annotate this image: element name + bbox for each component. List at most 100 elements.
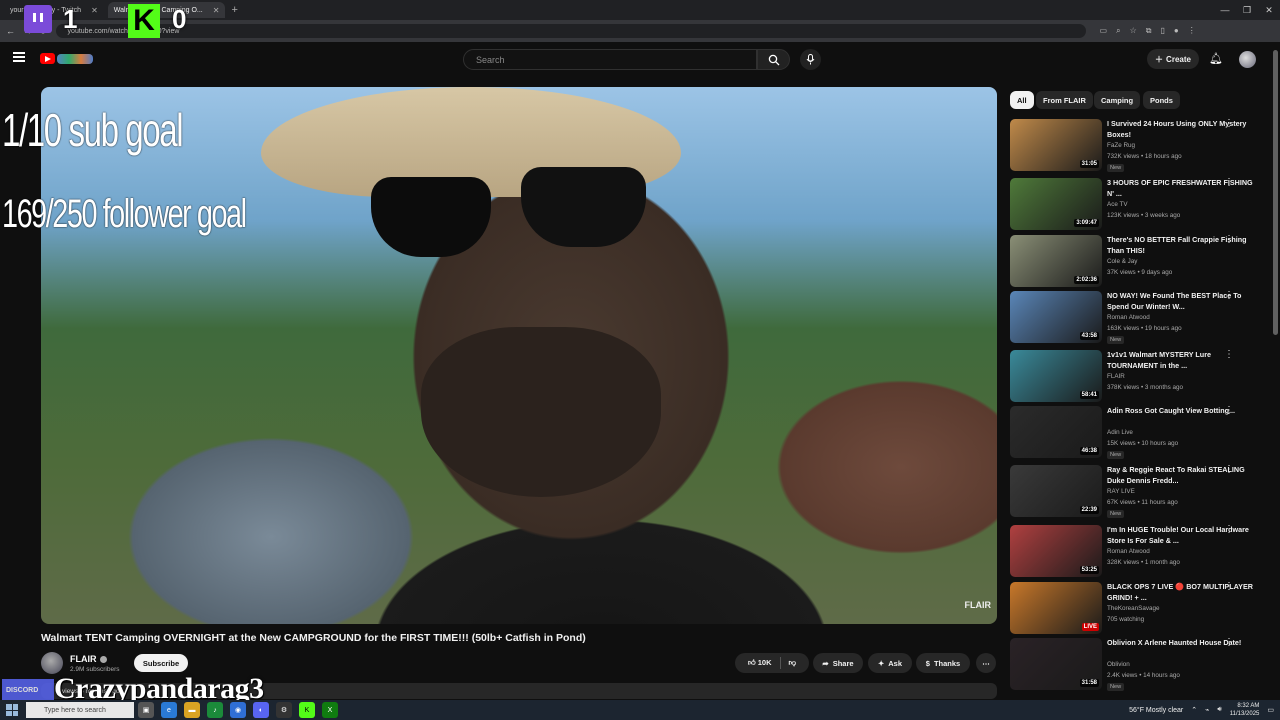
recommendation-item[interactable]: 46:38 Adin Ross Got Caught View Botting..…: [1010, 406, 1268, 460]
recommendation-channel[interactable]: FaZe Rug: [1107, 142, 1135, 149]
recommendation-channel[interactable]: Oblivion: [1107, 661, 1130, 668]
more-options-icon[interactable]: ⋮: [1224, 465, 1234, 475]
discord-icon[interactable]: ◐: [253, 702, 269, 718]
recommendation-channel[interactable]: FLAIR: [1107, 373, 1125, 380]
ask-button[interactable]: ✦ Ask: [868, 653, 912, 673]
recommendation-item[interactable]: 58:41 1v1v1 Walmart MYSTERY Lure TOURNAME…: [1010, 350, 1268, 404]
video-thumbnail[interactable]: 31:05: [1010, 119, 1102, 171]
recommendation-channel[interactable]: Ace TV: [1107, 201, 1128, 208]
network-icon[interactable]: ⌁: [1205, 706, 1209, 714]
notifications-bell-icon[interactable]: 🔔︎: [1209, 52, 1223, 65]
close-tab-icon[interactable]: ✕: [213, 6, 220, 15]
more-options-icon[interactable]: ⋮: [1224, 119, 1234, 129]
recommendation-item[interactable]: 2:02:36 There's NO BETTER Fall Crappie Fi…: [1010, 235, 1268, 289]
channel-avatar[interactable]: [41, 652, 63, 674]
recommendation-channel[interactable]: Roman Atwood: [1107, 548, 1150, 555]
back-icon[interactable]: ←: [6, 26, 15, 36]
video-player[interactable]: FLAIR: [41, 87, 997, 624]
more-options-icon[interactable]: ⋮: [1224, 406, 1234, 416]
chip-from-flair[interactable]: From FLAIR: [1036, 91, 1093, 109]
voice-search-button[interactable]: [800, 49, 821, 70]
video-thumbnail[interactable]: 2:02:36: [1010, 235, 1102, 287]
account-avatar[interactable]: [1239, 51, 1256, 68]
recommendation-item[interactable]: 22:39 Ray & Reggie React To Rakai STEALIN…: [1010, 465, 1268, 519]
video-thumbnail[interactable]: 46:38: [1010, 406, 1102, 458]
notification-center-icon[interactable]: ▭: [1267, 706, 1274, 714]
kick-app-icon[interactable]: K: [299, 702, 315, 718]
close-tab-icon[interactable]: ✕: [91, 6, 98, 15]
chip-camping[interactable]: Camping: [1094, 91, 1141, 109]
more-options-icon[interactable]: ⋮: [1224, 582, 1234, 592]
recommendation-item[interactable]: 3:09:47 3 HOURS OF EPIC FRESHWATER FISHIN…: [1010, 178, 1268, 232]
video-thumbnail[interactable]: 31:58: [1010, 638, 1102, 690]
recommendation-title[interactable]: I'm In HUGE Trouble! Our Local Hardware …: [1107, 525, 1257, 546]
create-button[interactable]: ＋ Create: [1147, 49, 1199, 69]
channel-name[interactable]: FLAIR: [70, 654, 107, 664]
steam-icon[interactable]: ⚙: [276, 702, 292, 718]
recommendation-channel[interactable]: Cole & Jay: [1107, 258, 1137, 265]
tab-youtube[interactable]: Walmart TENT Camping O...✕: [107, 2, 226, 18]
like-button[interactable]: 👍︎ 10K: [748, 658, 772, 668]
recommendation-title[interactable]: BLACK OPS 7 LIVE 🔴 BO7 MULTIPLAYER GRIND…: [1107, 582, 1257, 603]
more-options-icon[interactable]: ⋮: [1224, 638, 1234, 648]
recommendation-item[interactable]: LIVE BLACK OPS 7 LIVE 🔴 BO7 MULTIPLAYER G…: [1010, 582, 1268, 636]
recommendation-item[interactable]: 31:58 Oblivion X Arlene Haunted House Dat…: [1010, 638, 1268, 692]
extensions-icon[interactable]: ⧉: [1146, 26, 1152, 36]
video-thumbnail[interactable]: 58:41: [1010, 350, 1102, 402]
tray-arrow-icon[interactable]: ⌃: [1191, 706, 1197, 714]
recommendation-channel[interactable]: Roman Atwood: [1107, 314, 1150, 321]
menu-icon[interactable]: ⋮: [1188, 26, 1196, 36]
recommendation-item[interactable]: 31:05 I Survived 24 Hours Using ONLY Myst…: [1010, 119, 1268, 173]
new-tab-icon[interactable]: +: [231, 4, 237, 16]
hamburger-menu-icon[interactable]: [13, 52, 25, 62]
maximize-icon[interactable]: ❐: [1236, 0, 1258, 20]
more-options-icon[interactable]: ⋮: [1224, 178, 1234, 188]
youtube-logo-icon[interactable]: [40, 53, 55, 64]
video-thumbnail[interactable]: 3:09:47: [1010, 178, 1102, 230]
file-explorer-icon[interactable]: ▬: [184, 702, 200, 718]
bookmark-star-icon[interactable]: ☆: [1130, 26, 1137, 36]
more-options-icon[interactable]: ⋮: [1224, 350, 1234, 360]
chip-all[interactable]: All: [1010, 91, 1034, 109]
recommendation-title[interactable]: NO WAY! We Found The BEST Place To Spend…: [1107, 291, 1257, 312]
zoom-icon[interactable]: ⌕: [1116, 26, 1120, 36]
recommendation-title[interactable]: 3 HOURS OF EPIC FRESHWATER FISHING N' ..…: [1107, 178, 1257, 199]
recommendation-channel[interactable]: TheKoreanSavage: [1107, 605, 1160, 612]
sidebar-icon[interactable]: ▯: [1160, 26, 1164, 36]
more-options-icon[interactable]: ⋮: [1224, 291, 1234, 301]
share-button[interactable]: ➦ Share: [813, 653, 863, 673]
video-thumbnail[interactable]: 53:25: [1010, 525, 1102, 577]
thanks-button[interactable]: $ Thanks: [916, 653, 970, 673]
minimize-icon[interactable]: —: [1214, 0, 1236, 20]
chrome-icon[interactable]: ◉: [230, 702, 246, 718]
recommendation-channel[interactable]: RAY LIVE: [1107, 488, 1135, 495]
recommendation-title[interactable]: I Survived 24 Hours Using ONLY Mystery B…: [1107, 119, 1257, 140]
url-input[interactable]: youtube.com/watch?v=...gbA0?view: [55, 24, 1086, 38]
edge-icon[interactable]: e: [161, 702, 177, 718]
cast-icon[interactable]: ▭: [1100, 26, 1108, 36]
profile-icon[interactable]: ●: [1174, 26, 1179, 36]
spotify-icon[interactable]: ♪: [207, 702, 223, 718]
recommendation-item[interactable]: 43:58 NO WAY! We Found The BEST Place To …: [1010, 291, 1268, 345]
recommendation-title[interactable]: There's NO BETTER Fall Crappie Fishing T…: [1107, 235, 1257, 256]
search-button[interactable]: [757, 49, 790, 70]
recommendation-channel[interactable]: Adin Live: [1107, 429, 1133, 436]
recommendation-title[interactable]: Ray & Reggie React To Rakai STEALING Duk…: [1107, 465, 1257, 486]
taskbar-search-input[interactable]: Type here to search: [26, 702, 134, 718]
clock[interactable]: 8:32 AM 11/13/2025: [1230, 702, 1260, 718]
weather-text[interactable]: 56°F Mostly clear: [1129, 707, 1183, 714]
recommendation-title[interactable]: Adin Ross Got Caught View Botting...: [1107, 406, 1257, 417]
more-options-icon[interactable]: ⋮: [1224, 235, 1234, 245]
close-window-icon[interactable]: ✕: [1258, 0, 1280, 20]
windows-start-icon[interactable]: [6, 704, 18, 716]
search-input[interactable]: Search: [463, 49, 757, 70]
more-options-icon[interactable]: ⋮: [1224, 525, 1234, 535]
tab-twitch[interactable]: yourSanctuary - Twitch✕: [4, 2, 104, 18]
recommendation-item[interactable]: 53:25 I'm In HUGE Trouble! Our Local Hard…: [1010, 525, 1268, 579]
recommendation-title[interactable]: Oblivion X Arlene Haunted House Date!: [1107, 638, 1257, 649]
video-thumbnail[interactable]: 22:39: [1010, 465, 1102, 517]
volume-icon[interactable]: 🔊︎: [1217, 706, 1221, 714]
subscribe-button[interactable]: Subscribe: [134, 654, 188, 672]
xbox-icon[interactable]: X: [322, 702, 338, 718]
more-actions-button[interactable]: ⋯: [976, 653, 996, 673]
